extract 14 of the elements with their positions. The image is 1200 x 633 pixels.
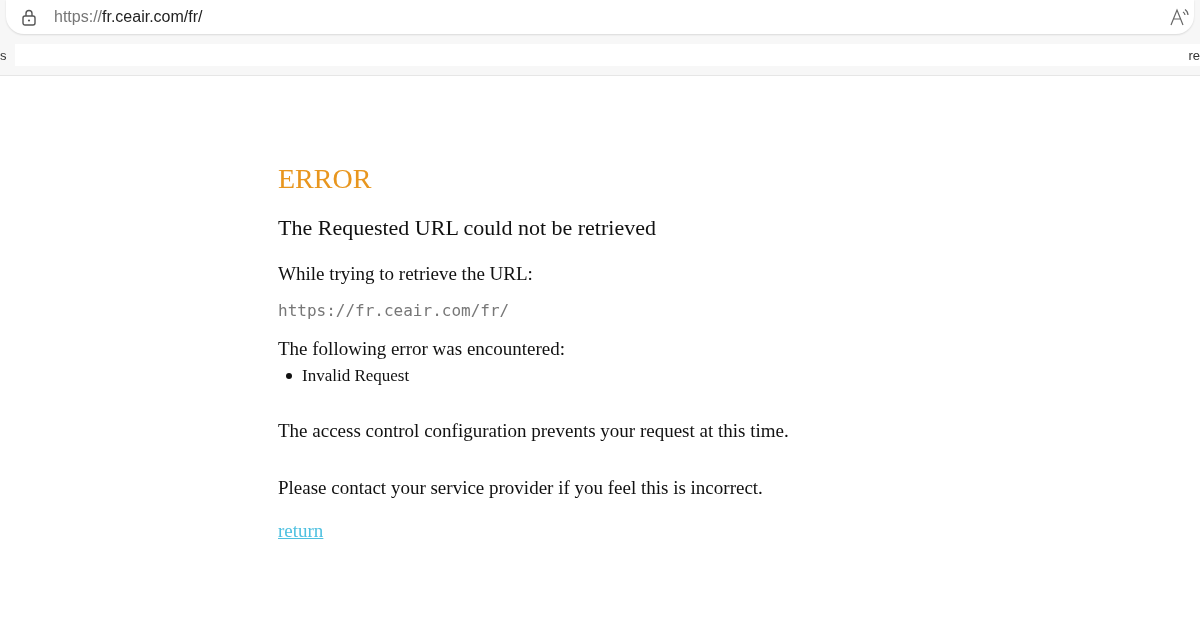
error-heading: The Requested URL could not be retrieved xyxy=(278,214,657,242)
explanation-text: The access control configuration prevents your request at this time. xyxy=(278,419,790,443)
error-title: ERROR xyxy=(278,162,373,196)
bookmark-item[interactable]: re xyxy=(1188,47,1200,63)
error-item: Invalid Request xyxy=(302,365,410,387)
advice-text: Please contact your service provider if you feel this is incorrect. xyxy=(278,476,764,500)
intro-text: While trying to retrieve the URL: xyxy=(278,262,534,286)
lock-icon[interactable] xyxy=(22,8,36,26)
address-bar-url[interactable]: https://fr.ceair.com/fr/ xyxy=(54,8,203,26)
read-aloud-icon[interactable] xyxy=(1170,8,1190,26)
error-label: The following error was encountered: xyxy=(278,337,566,361)
bullet-icon xyxy=(286,373,292,379)
bookmark-item[interactable]: s xyxy=(0,47,15,63)
requested-url: https://fr.ceair.com/fr/ xyxy=(278,301,511,321)
